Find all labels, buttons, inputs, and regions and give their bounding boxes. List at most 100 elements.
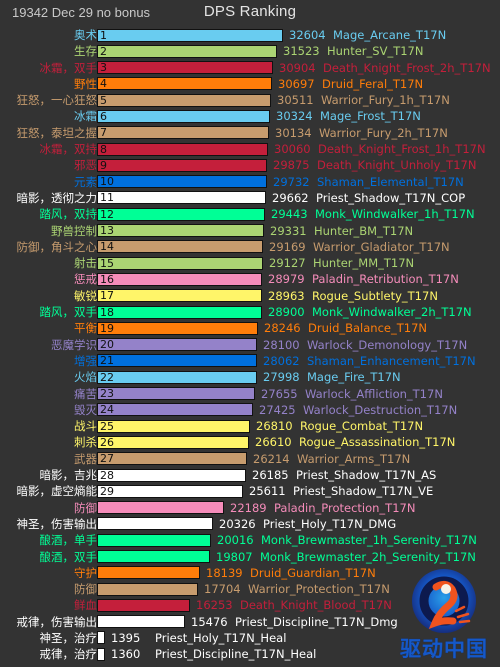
spec-name-text: Shaman_Elemental_T17N bbox=[317, 174, 464, 189]
table-row: 惩戒 16 28979 Paladin_Retribution_T17N bbox=[0, 271, 500, 287]
bar-wrapper: 13 bbox=[97, 224, 264, 238]
rank-number: 16 bbox=[100, 272, 114, 286]
value-text: 29443 bbox=[271, 207, 308, 222]
bar-wrapper: 6 bbox=[97, 109, 270, 123]
rank-number: 23 bbox=[100, 387, 114, 401]
row-spec-label: 生存 bbox=[74, 44, 97, 59]
row-spec-label: 恶魔学识 bbox=[51, 337, 97, 352]
spec-name-text: Warrior_Gladiator_T17N bbox=[313, 239, 450, 254]
rank-number: 4 bbox=[100, 77, 107, 91]
value-text: 26185 bbox=[252, 468, 289, 483]
table-row: 神圣，伤害输出 20326 Priest_Holy_T17N_DMG bbox=[0, 516, 500, 532]
value-bar bbox=[97, 582, 198, 596]
spec-name-text: Death_Knight_Frost_2h_T17N bbox=[323, 60, 491, 75]
bar-wrapper: 26 bbox=[97, 435, 249, 449]
table-row: 防御 22189 Paladin_Protection_T17N bbox=[0, 500, 500, 516]
rank-number: 22 bbox=[100, 370, 114, 384]
table-row: 酿酒，单手 20016 Monk_Brewmaster_1h_Serenity_T1… bbox=[0, 532, 500, 548]
bar-wrapper: 25 bbox=[97, 419, 250, 433]
rank-number: 5 bbox=[100, 93, 107, 107]
spec-name-text: Warlock_Destruction_T17N bbox=[303, 402, 458, 417]
value-text: 28100 bbox=[263, 337, 300, 352]
table-row: 战斗 25 26810 Rogue_Combat_T17N bbox=[0, 418, 500, 434]
table-row: 鲜血 16253 Death_Knight_Blood_T17N bbox=[0, 597, 500, 613]
spec-name-text: Paladin_Retribution_T17N bbox=[312, 272, 459, 287]
value-bar: 9 bbox=[97, 158, 267, 172]
rank-number: 14 bbox=[100, 240, 114, 254]
dps-ranking-chart: 19342 Dec 29 no bonus DPS Ranking 奥术 1 326… bbox=[0, 0, 500, 667]
value-text: 29331 bbox=[270, 223, 307, 238]
value-bar bbox=[97, 566, 200, 580]
bar-wrapper: 21 bbox=[97, 354, 257, 368]
bar-wrapper bbox=[97, 615, 185, 629]
table-row: 戒律，治疗 1360 Priest_Discipline_T17N_Heal bbox=[0, 646, 500, 662]
value-text: 31523 bbox=[283, 44, 320, 59]
value-bar: 28 bbox=[97, 468, 246, 482]
row-spec-label: 防御 bbox=[74, 582, 97, 597]
row-spec-label: 酿酒，单手 bbox=[39, 533, 98, 548]
spec-name-text: Warrior_Protection_T17N bbox=[248, 582, 390, 597]
bar-wrapper bbox=[97, 631, 105, 645]
value-bar bbox=[97, 598, 190, 612]
table-row: 戒律，伤害输出 15476 Priest_Discipline_T17N_Dmg bbox=[0, 614, 500, 630]
value-text: 28963 bbox=[268, 288, 305, 303]
bar-wrapper bbox=[97, 550, 210, 563]
rank-number: 15 bbox=[100, 256, 114, 270]
bar-wrapper: 7 bbox=[97, 126, 269, 140]
bar-wrapper: 16 bbox=[97, 272, 262, 286]
spec-name-text: Paladin_Protection_T17N bbox=[274, 500, 416, 515]
bar-wrapper: 12 bbox=[97, 207, 265, 221]
spec-name-text: Mage_Frost_T17N bbox=[320, 109, 421, 124]
value-bar bbox=[97, 550, 210, 563]
row-spec-label: 痛苦 bbox=[74, 386, 97, 401]
table-row: 守护 18139 Druid_Guardian_T17N bbox=[0, 565, 500, 581]
spec-name-text: Druid_Balance_T17N bbox=[308, 321, 427, 336]
rank-number: 9 bbox=[100, 158, 107, 172]
rank-number: 21 bbox=[100, 354, 114, 368]
value-bar: 16 bbox=[97, 272, 262, 286]
table-row: 踏风，双手 18 28900 Monk_Windwalker_2h_T17N bbox=[0, 304, 500, 320]
table-row: 火焰 22 27998 Mage_Fire_T17N bbox=[0, 369, 500, 385]
value-bar: 14 bbox=[97, 240, 263, 254]
spec-name-text: Hunter_SV_T17N bbox=[327, 44, 424, 59]
table-row: 刺杀 26 26610 Rogue_Assassination_T17N bbox=[0, 434, 500, 450]
row-spec-label: 惩戒 bbox=[74, 272, 97, 287]
row-spec-label: 战斗 bbox=[74, 419, 97, 434]
row-spec-label: 暗影，透彻之力 bbox=[16, 190, 98, 205]
bar-wrapper: 19 bbox=[97, 321, 258, 335]
value-bar bbox=[97, 615, 185, 629]
value-bar: 2 bbox=[97, 44, 277, 58]
bar-wrapper bbox=[97, 566, 200, 580]
row-spec-label: 武器 bbox=[74, 451, 97, 466]
value-bar: 19 bbox=[97, 321, 258, 335]
table-row: 射击 15 29127 Hunter_MM_T17N bbox=[0, 255, 500, 271]
rank-number: 18 bbox=[100, 305, 114, 319]
row-spec-label: 戒律，治疗 bbox=[39, 647, 98, 662]
value-bar: 26 bbox=[97, 435, 249, 449]
table-row: 平衡 19 28246 Druid_Balance_T17N bbox=[0, 320, 500, 336]
value-bar: 20 bbox=[97, 338, 257, 352]
bar-wrapper: 8 bbox=[97, 142, 268, 156]
bar-wrapper: 24 bbox=[97, 403, 253, 417]
table-row: 痛苦 23 27655 Warlock_Affliction_T17N bbox=[0, 386, 500, 402]
row-spec-label: 戒律，伤害输出 bbox=[16, 614, 98, 629]
spec-name-text: Shaman_Enhancement_T17N bbox=[307, 353, 476, 368]
value-text: 15476 bbox=[191, 614, 228, 629]
value-text: 25611 bbox=[249, 484, 286, 499]
bar-wrapper: 3 bbox=[97, 61, 273, 75]
table-row: 踏风，双持 12 29443 Monk_Windwalker_1h_T17N bbox=[0, 206, 500, 222]
table-row: 增强 21 28062 Shaman_Enhancement_T17N bbox=[0, 353, 500, 369]
ranking-rows: 奥术 1 32604 Mage_Arcane_T17N 生存 2 31523 Hunter_S… bbox=[0, 27, 500, 663]
row-spec-label: 暗影，虚空熵能 bbox=[16, 484, 98, 499]
spec-name-text: Monk_Windwalker_1h_T17N bbox=[315, 207, 475, 222]
value-text: 16253 bbox=[196, 598, 233, 613]
rank-number: 17 bbox=[100, 289, 114, 303]
rank-number: 6 bbox=[100, 109, 107, 123]
table-row: 冰霜，双手 3 30904 Death_Knight_Frost_2h_T17N bbox=[0, 60, 500, 76]
row-spec-label: 鲜血 bbox=[74, 598, 97, 613]
bar-wrapper bbox=[97, 598, 190, 612]
value-bar: 1 bbox=[97, 28, 283, 42]
value-bar: 21 bbox=[97, 354, 257, 368]
spec-name-text: Priest_Discipline_T17N_Heal bbox=[155, 647, 317, 662]
value-bar: 22 bbox=[97, 370, 257, 384]
